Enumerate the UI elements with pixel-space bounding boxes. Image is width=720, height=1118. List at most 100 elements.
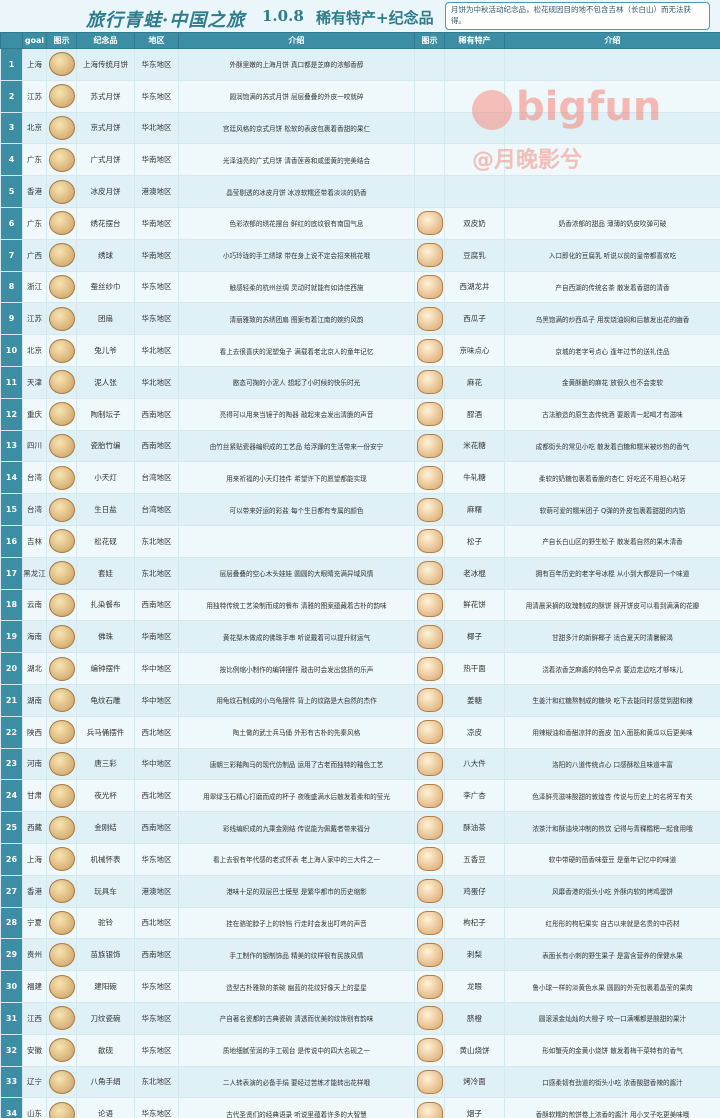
row-souvenir-desc: 用来祈福的小天灯挂件 希望许下的愿望都能实现 <box>178 461 415 495</box>
table-row: 16 吉林 松花砚 东北地区 松子 产自长白山区的野生松子 散发着自然的果木清香 <box>0 524 720 558</box>
table-row: 18 云南 扎染餐布 西南地区 用独特传统工艺染制而成的餐布 清雅的图案蕴藏着古朴的韵味… <box>0 588 720 622</box>
row-souvenir-desc: 陶土做的武士兵马俑 外形有古朴的先秦风格 <box>178 715 415 749</box>
row-region: 华南地区 <box>134 143 179 177</box>
row-souvenir-desc: 宫廷风格的京式月饼 松软的表皮包裹着香甜的果仁 <box>178 111 415 145</box>
col-num <box>0 32 23 49</box>
col-specialty-desc: 介绍 <box>504 32 720 49</box>
specialty-image-icon <box>416 1069 443 1094</box>
specialty-icon <box>414 302 445 336</box>
table-row: 14 台湾 小天灯 台湾地区 用来祈福的小天灯挂件 希望许下的愿望都能实现 牛轧糖 柔软的奶… <box>0 461 720 495</box>
row-souvenir: 套娃 <box>76 556 135 590</box>
table-row: 15 台湾 生日盐 台湾地区 可以带来好运的彩盐 每个生日都有专属的颜色 麻糬 软萌可爱的糯… <box>0 493 720 526</box>
souvenir-image-icon <box>48 84 75 109</box>
specialty-image-icon <box>416 1101 443 1118</box>
specialty-image-icon <box>416 847 443 872</box>
row-number: 20 <box>0 652 23 685</box>
row-specialty <box>444 79 505 113</box>
row-specialty: 牛轧糖 <box>444 461 505 495</box>
row-number: 31 <box>0 1001 23 1035</box>
row-place: 陕西 <box>22 715 47 749</box>
row-specialty-desc: 香酥软糯的煎饼卷上浓香的酱汁 用小叉子吃更美味哦 <box>504 1097 720 1118</box>
table-row: 25 西藏 金刚结 西南地区 彩线编织成的九乘金刚结 传说能为佩戴者带来福分 酥油茶 浓茶汁… <box>0 811 720 844</box>
specialty-icon <box>414 874 445 908</box>
row-souvenir: 论语 <box>76 1097 135 1118</box>
table-row: 27 香港 玩具车 港澳地区 港味十足的双层巴士模型 是繁华都市的历史缩影 鸡蛋仔 风靡香港… <box>0 874 720 908</box>
row-region: 华东地区 <box>134 1001 179 1035</box>
row-place: 宁夏 <box>22 906 47 940</box>
specialty-image-icon <box>416 465 443 490</box>
specialty-icon <box>414 652 445 685</box>
row-number: 19 <box>0 620 23 654</box>
table-row: 13 四川 瓷胎竹编 西南地区 由竹丝紧贴瓷器编织成的工艺品 给浮躁的生活带来一份安宁米… <box>0 429 720 463</box>
row-region: 华东地区 <box>134 270 179 304</box>
row-souvenir-desc <box>178 524 415 558</box>
row-number: 7 <box>0 238 23 272</box>
row-specialty: 双皮奶 <box>444 206 505 240</box>
row-specialty: 热干面 <box>444 652 505 685</box>
souvenir-image-icon <box>48 402 75 427</box>
row-number: 13 <box>0 429 23 463</box>
row-region: 华东地区 <box>134 842 179 876</box>
col-specialty: 稀有特产 <box>444 32 505 49</box>
row-place: 江苏 <box>22 79 47 113</box>
row-region: 西北地区 <box>134 715 179 749</box>
table-row: 30 福建 建阳碗 华东地区 造型古朴雅致的茶碗 幽蓝的花纹好像天上的星星 龙眼 鲁小球一样… <box>0 970 720 1003</box>
souvenir-icon <box>46 111 77 145</box>
row-specialty-desc: 软萌可爱的糯米团子 Q弹的外皮包裹着甜甜的内馅 <box>504 493 720 526</box>
table-row: 7 广西 绣球 华南地区 小巧玲珑的手工绣球 带在身上说不定会招来桃花哦 豆腐乳 入口即化的… <box>0 238 720 272</box>
row-number: 28 <box>0 906 23 940</box>
souvenir-image-icon <box>48 529 75 554</box>
row-souvenir-desc: 彩线编织成的九乘金刚结 传说能为佩戴者带来福分 <box>178 811 415 844</box>
specialty-icon <box>414 811 445 844</box>
row-specialty-desc: 软中带硬的茴香味蚕豆 是童年记忆中的味道 <box>504 842 720 876</box>
col-goal: goal <box>22 32 47 49</box>
row-number: 5 <box>0 175 23 208</box>
specialty-image-icon <box>416 402 443 427</box>
souvenir-icon <box>46 683 77 717</box>
souvenir-image-icon <box>48 306 75 331</box>
row-place: 湖北 <box>22 652 47 685</box>
row-specialty: 龙眼 <box>444 970 505 1003</box>
row-specialty-desc: 生姜汁和红糖熬制成的糖块 吃下去能同时感觉到甜和辣 <box>504 683 720 717</box>
souvenir-icon <box>46 620 77 654</box>
row-souvenir-desc: 外酥里嫩的上海月饼 真口都是芝麻的浓郁香醇 <box>178 48 415 81</box>
row-specialty-desc: 成都街头的常见小吃 散发着白糖和糯米被炒热的香气 <box>504 429 720 463</box>
table-body: 1 上海 上海传统月饼 华东地区 外酥里嫩的上海月饼 真口都是芝麻的浓郁香醇 2 江苏 苏式月… <box>0 48 720 1118</box>
souvenir-icon <box>46 334 77 367</box>
specialty-image-icon <box>416 306 443 331</box>
row-number: 8 <box>0 270 23 304</box>
table-row: 34 山东 论语 华东地区 古代圣贤们的经典语录 听说里蕴着许多的大智慧 烟子 香酥软糯的煎… <box>0 1097 720 1118</box>
row-souvenir: 生日盐 <box>76 493 135 526</box>
row-specialty: 酥油茶 <box>444 811 505 844</box>
specialty-image-icon <box>416 974 443 999</box>
row-number: 16 <box>0 524 23 558</box>
row-specialty-desc: 色泽鲜亮滋味酸甜的敦煌杏 传说与历史上的名将军有关 <box>504 779 720 813</box>
row-region: 西南地区 <box>134 938 179 972</box>
table-row: 10 北京 兔儿爷 华北地区 看上去很喜庆的泥塑兔子 满载着老北京人的童年记忆 京味点心京… <box>0 334 720 367</box>
row-specialty-desc: 圆滚滚金灿灿的大橙子 咬一口满嘴都是酸甜的果汁 <box>504 1001 720 1035</box>
souvenir-icon <box>46 397 77 431</box>
souvenir-image-icon <box>48 433 75 458</box>
row-specialty-desc: 古法酿造的原生态传统酒 要跟青一起喝才有滋味 <box>504 397 720 431</box>
row-specialty: 鲜花饼 <box>444 588 505 622</box>
specialty-image-icon <box>416 624 443 649</box>
row-souvenir: 编钟摆件 <box>76 652 135 685</box>
row-place: 海南 <box>22 620 47 654</box>
souvenir-image-icon <box>48 370 75 395</box>
row-number: 1 <box>0 48 23 81</box>
row-specialty <box>444 48 505 81</box>
table-row: 23 河南 唐三彩 华中地区 唐朝三彩釉陶马的现代仿制品 运用了古老而独特的釉色工艺 八大… <box>0 747 720 781</box>
specialty-image-icon <box>416 561 443 586</box>
row-souvenir-desc: 小巧玲珑的手工绣球 带在身上说不定会招来桃花哦 <box>178 238 415 272</box>
row-number: 2 <box>0 79 23 113</box>
row-souvenir: 苗族银饰 <box>76 938 135 972</box>
souvenir-image-icon <box>48 974 75 999</box>
row-place: 西藏 <box>22 811 47 844</box>
souvenir-icon <box>46 270 77 304</box>
souvenir-image-icon <box>48 115 75 140</box>
row-region: 西北地区 <box>134 779 179 813</box>
row-souvenir-desc: 挂在骆驼脖子上的铃铛 行走时会发出叮咚的声音 <box>178 906 415 940</box>
row-specialty: 五香豆 <box>444 842 505 876</box>
row-place: 北京 <box>22 111 47 145</box>
specialty-image-icon <box>416 1038 443 1063</box>
